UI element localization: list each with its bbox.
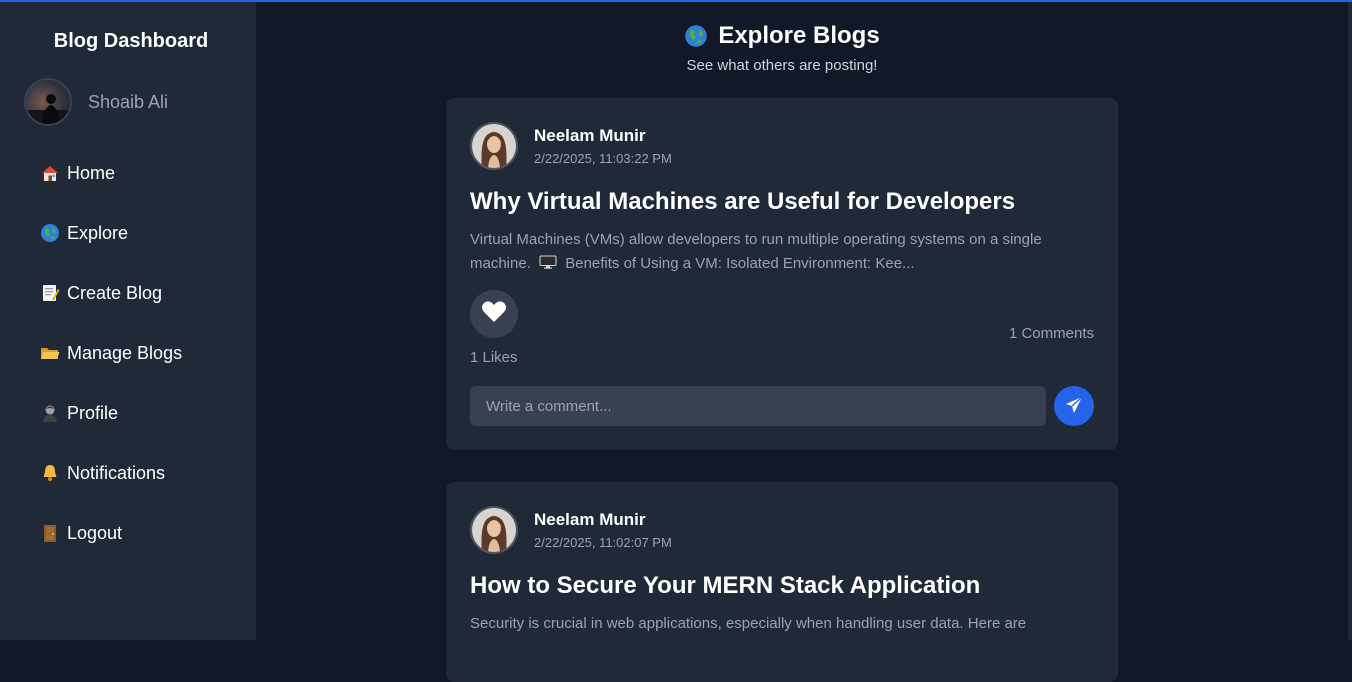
door-icon: [40, 523, 60, 543]
main-content: Explore Blogs See what others are postin…: [256, 0, 1352, 682]
send-icon: [1065, 395, 1083, 417]
person-icon: [40, 403, 60, 423]
top-accent-line: [0, 0, 1352, 2]
comment-input[interactable]: [470, 386, 1046, 426]
sidebar-item-logout[interactable]: Logout: [40, 520, 182, 546]
author-avatar: [470, 122, 518, 170]
sidebar-item-label: Create Blog: [67, 282, 163, 303]
like-button[interactable]: [470, 290, 518, 338]
sidebar-item-label: Notifications: [67, 462, 166, 483]
likes-count: 1 Likes: [470, 349, 518, 366]
page-title: Explore Blogs: [684, 22, 880, 50]
house-icon: [40, 163, 60, 183]
sidebar-nav: Home Explore Create Blog Manage Blogs Pr…: [40, 160, 182, 580]
globe-icon: [40, 223, 60, 243]
computer-icon: [539, 253, 557, 269]
post-excerpt: Virtual Machines (VMs) allow developers …: [470, 228, 1090, 276]
sidebar-item-label: Manage Blogs: [67, 342, 183, 363]
post-card: Neelam Munir 2/22/2025, 11:03:22 PM Why …: [446, 98, 1118, 450]
sidebar-item-explore[interactable]: Explore: [40, 220, 182, 246]
author-name: Neelam Munir: [534, 510, 646, 529]
post-excerpt: Security is crucial in web applications,…: [470, 612, 1090, 636]
sidebar-item-profile[interactable]: Profile: [40, 400, 182, 426]
page-title-text: Explore Blogs: [718, 22, 880, 49]
excerpt-line: Virtual Machines (VMs) allow developers …: [470, 231, 1042, 248]
sidebar-item-label: Profile: [67, 402, 119, 423]
page-subtitle: See what others are posting!: [686, 57, 878, 74]
post-date: 2/22/2025, 11:03:22 PM: [534, 151, 672, 166]
sidebar-brand: Blog Dashboard: [53, 30, 209, 52]
author-avatar: [470, 506, 518, 554]
page-header: Explore Blogs See what others are postin…: [256, 22, 1308, 74]
user-name: Shoaib Ali: [88, 91, 169, 112]
sidebar-item-home[interactable]: Home: [40, 160, 182, 186]
send-comment-button[interactable]: [1054, 386, 1094, 426]
post-author: Neelam Munir 2/22/2025, 11:02:07 PM: [470, 506, 672, 554]
bell-icon: [40, 463, 60, 483]
post-title[interactable]: How to Secure Your MERN Stack Applicatio…: [470, 572, 980, 600]
post-author: Neelam Munir 2/22/2025, 11:03:22 PM: [470, 122, 672, 170]
post-date: 2/22/2025, 11:02:07 PM: [534, 535, 672, 550]
memo-icon: [40, 283, 60, 303]
sidebar-item-create-blog[interactable]: Create Blog: [40, 280, 182, 306]
author-name: Neelam Munir: [534, 126, 646, 145]
user-avatar: [24, 78, 72, 126]
sidebar-item-label: Home: [67, 162, 116, 183]
sidebar-item-manage-blogs[interactable]: Manage Blogs: [40, 340, 182, 366]
folder-icon: [40, 343, 60, 363]
comments-count[interactable]: 1 Comments: [1009, 325, 1094, 342]
excerpt-line: machine.: [470, 255, 531, 272]
post-title[interactable]: Why Virtual Machines are Useful for Deve…: [470, 188, 1015, 216]
sidebar-user: Shoaib Ali: [24, 78, 168, 126]
excerpt-line: Benefits of Using a VM: Isolated Environ…: [565, 255, 915, 272]
scrollbar[interactable]: [1348, 0, 1352, 640]
sidebar-item-label: Logout: [67, 522, 123, 543]
heart-icon: [481, 300, 507, 329]
sidebar-item-notifications[interactable]: Notifications: [40, 460, 182, 486]
excerpt-line: Security is crucial in web applications,…: [470, 615, 1027, 632]
sidebar-item-label: Explore: [67, 222, 129, 243]
sidebar: Blog Dashboard Shoaib Ali Home Explore C…: [0, 0, 256, 640]
post-card: Neelam Munir 2/22/2025, 11:02:07 PM How …: [446, 482, 1118, 682]
globe-icon: [684, 24, 708, 48]
